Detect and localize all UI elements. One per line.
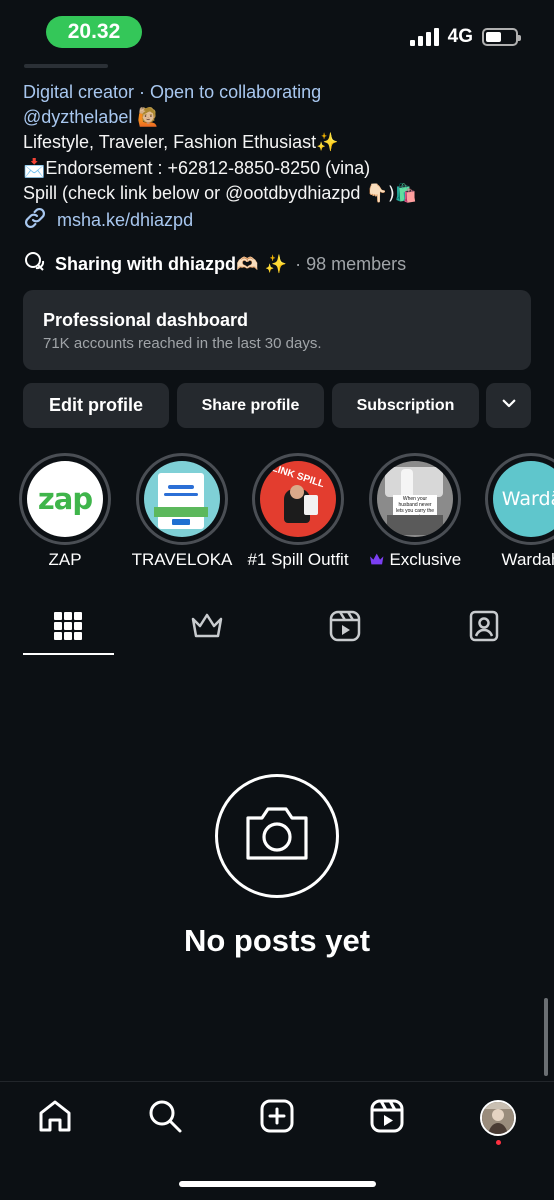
link-icon <box>23 206 47 235</box>
share-profile-button[interactable]: Share profile <box>177 383 324 428</box>
open-to-collaborating-link[interactable]: Open to collaborating <box>150 82 321 102</box>
status-bar: 20.32 4G <box>0 0 554 64</box>
tagged-icon <box>468 610 500 647</box>
highlight-wardah[interactable]: Wardā Wardah <box>485 453 554 569</box>
tab-tagged[interactable] <box>464 608 504 648</box>
subscription-button[interactable]: Subscription <box>332 383 479 428</box>
bio-category-line: Digital creator · Open to collaborating <box>23 82 322 102</box>
bio-line-4: 📩Endorsement : +62812-8850-8250 (vina) <box>23 157 371 179</box>
camera-icon <box>242 804 312 869</box>
status-time[interactable]: 20.32 <box>46 16 142 48</box>
exclusive-thumbnail: When your husband never lets you carry t… <box>377 461 453 537</box>
nav-home[interactable] <box>35 1098 75 1138</box>
empty-state-title: No posts yet <box>183 923 371 958</box>
pointing-shopping-emoji: 👇🏻)🛍️ <box>365 183 418 204</box>
nav-profile[interactable] <box>478 1098 518 1138</box>
profile-bio: Digital creator · Open to collaborating … <box>23 80 533 207</box>
channel-icon <box>23 250 47 279</box>
nav-create[interactable] <box>257 1098 297 1138</box>
reels-icon <box>370 1099 404 1138</box>
scrollbar[interactable] <box>544 998 548 1076</box>
tab-grid[interactable] <box>48 608 88 648</box>
dashboard-title: Professional dashboard <box>43 310 249 330</box>
highlight-zap[interactable]: zap ZAP <box>19 453 111 569</box>
raising-hand-emoji: 🙋🏼 <box>137 106 160 128</box>
website-url[interactable]: msha.ke/dhiazpd <box>57 210 193 231</box>
highlight-label: Wardah <box>501 550 554 569</box>
create-icon <box>260 1099 294 1138</box>
chevron-down-icon <box>500 394 518 417</box>
heart-hands-emoji: 🫶🏻 ✨ <box>236 254 288 275</box>
bio-handle-line: @dyzthelabel 🙋🏼 <box>23 105 533 131</box>
wardah-logo: Wardā <box>493 461 554 537</box>
highlight-label: #1 Spill Outfit <box>247 550 349 569</box>
tab-reels[interactable] <box>325 608 365 648</box>
network-type: 4G <box>447 26 473 47</box>
profile-avatar <box>480 1100 516 1136</box>
website-link[interactable]: msha.ke/dhiazpd <box>23 206 193 235</box>
empty-state-camera[interactable] <box>215 774 339 898</box>
nav-reels[interactable] <box>367 1098 407 1138</box>
highlight-traveloka[interactable]: TRAVELOKA <box>132 453 232 569</box>
channel-name: Sharing with dhiazpd🫶🏻 ✨ <box>55 254 288 275</box>
suggested-accounts-button[interactable] <box>486 383 531 428</box>
home-indicator[interactable] <box>179 1181 376 1187</box>
reels-icon <box>329 610 361 647</box>
story-highlights: zap ZAP TRAVELOKA LINK SPILL #1 Spill Ou… <box>0 453 554 578</box>
highlight-label: Exclusive <box>369 550 461 570</box>
bio-line-3: Lifestyle, Traveler, Fashion Ethusiast✨ <box>23 132 339 153</box>
highlight-exclusive[interactable]: When your husband never lets you carry t… <box>369 453 461 569</box>
cellular-signal-icon <box>409 28 439 46</box>
highlight-label: TRAVELOKA <box>131 550 233 569</box>
spill-outfit-thumbnail: LINK SPILL <box>260 461 336 537</box>
professional-dashboard-card[interactable]: Professional dashboard 71K accounts reac… <box>23 290 531 370</box>
profile-tabs <box>0 600 554 656</box>
bio-line-5: Spill (check link below or @ootdbydhiazp… <box>23 183 418 204</box>
notification-dot <box>496 1140 501 1145</box>
status-indicators: 4G <box>409 26 521 48</box>
highlight-spill-outfit[interactable]: LINK SPILL #1 Spill Outfit <box>247 453 349 569</box>
tab-exclusive[interactable] <box>187 608 227 648</box>
category-label: Digital creator <box>23 82 135 102</box>
traveloka-thumbnail <box>144 461 220 537</box>
crown-icon <box>369 550 390 569</box>
envelope-emoji: 📩 <box>23 157 46 179</box>
nav-search[interactable] <box>145 1098 185 1138</box>
dashboard-subtitle: 71K accounts reached in the last 30 days… <box>43 335 322 352</box>
home-icon <box>37 1099 73 1138</box>
crown-icon <box>190 612 224 645</box>
broadcast-channel[interactable]: Sharing with dhiazpd🫶🏻 ✨ · 98 members <box>23 250 406 279</box>
search-icon <box>147 1098 183 1139</box>
battery-icon <box>482 28 521 46</box>
scrolled-header-edge <box>24 64 108 68</box>
channel-members: · 98 members <box>295 254 407 274</box>
grid-icon <box>53 611 83 646</box>
highlight-label: ZAP <box>48 550 82 569</box>
active-tab-indicator <box>23 653 114 655</box>
sparkles-emoji: ✨ <box>316 132 339 153</box>
zap-logo: zap <box>27 461 103 537</box>
mention-link[interactable]: @dyzthelabel <box>23 107 132 127</box>
edit-profile-button[interactable]: Edit profile <box>23 383 169 428</box>
